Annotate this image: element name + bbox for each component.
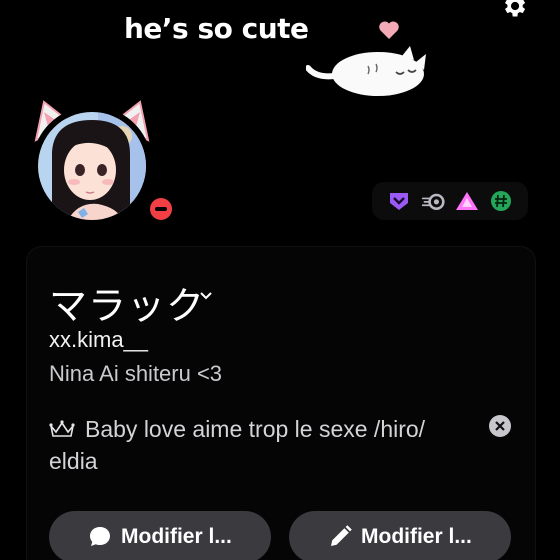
- speech-bubble-icon: [90, 527, 110, 546]
- profile-card: マラック xx.kima__ Nina Ai shiteru <3 Baby l…: [26, 246, 536, 560]
- pronouns: Nina Ai shiteru <3: [49, 361, 223, 386]
- avatar-container[interactable]: [26, 100, 176, 232]
- sleeping-cat-doodle: [306, 46, 426, 96]
- avatar-image: [38, 112, 146, 220]
- dnd-icon: [150, 198, 172, 220]
- edit-profile-button[interactable]: Modifier l...: [289, 511, 511, 560]
- active-developer-badge[interactable]: [489, 189, 513, 213]
- edit-status-label: Modifier l...: [121, 525, 232, 548]
- heart-icon: [379, 21, 399, 39]
- chevron-down-icon[interactable]: [199, 291, 213, 301]
- nitro-badge[interactable]: [421, 189, 445, 213]
- hashtag-badge-icon: [491, 191, 511, 211]
- hypesquad-badge[interactable]: [387, 189, 411, 213]
- edit-status-button[interactable]: Modifier l...: [49, 511, 271, 560]
- username: xx.kima__: [49, 327, 149, 352]
- edit-profile-label: Modifier l...: [361, 525, 472, 548]
- triangle-badge-icon: [456, 192, 478, 210]
- nitro-icon: [421, 193, 445, 210]
- badge-row: [372, 182, 528, 220]
- clear-status-button[interactable]: [489, 415, 511, 437]
- gear-icon[interactable]: [500, 0, 528, 20]
- avatar[interactable]: [32, 106, 152, 226]
- custom-status-text: Baby love aime trop le sexe /hiro/ eldia: [49, 416, 426, 474]
- custom-status[interactable]: Baby love aime trop le sexe /hiro/ eldia: [49, 413, 469, 477]
- close-icon: [495, 421, 505, 431]
- server-booster-badge[interactable]: [455, 189, 479, 213]
- banner-text: he’s so cute: [124, 12, 309, 45]
- hypesquad-icon: [390, 193, 408, 210]
- pencil-icon: [331, 525, 352, 546]
- display-name[interactable]: マラック: [49, 275, 205, 330]
- status-dnd-indicator: [146, 194, 176, 224]
- crown-icon: [49, 420, 75, 437]
